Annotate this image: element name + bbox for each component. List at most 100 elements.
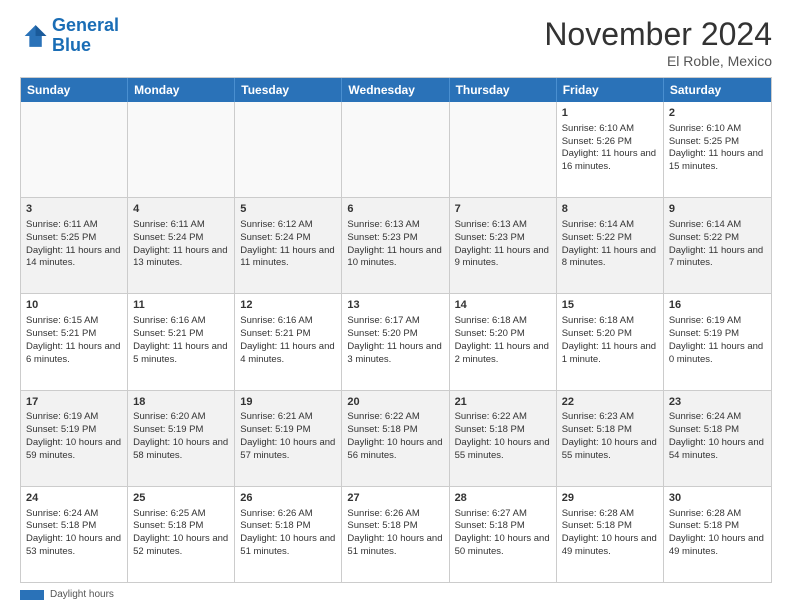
sunrise-text: Sunrise: 6:23 AM [562, 411, 658, 424]
day-number: 25 [133, 491, 229, 506]
sunset-text: Sunset: 5:21 PM [240, 328, 336, 341]
day-number: 9 [669, 202, 766, 217]
calendar: SundayMondayTuesdayWednesdayThursdayFrid… [20, 77, 772, 583]
calendar-cell [342, 102, 449, 197]
sunset-text: Sunset: 5:18 PM [562, 520, 658, 533]
sunset-text: Sunset: 5:22 PM [669, 232, 766, 245]
calendar-cell: 17Sunrise: 6:19 AMSunset: 5:19 PMDayligh… [21, 391, 128, 486]
sunset-text: Sunset: 5:18 PM [669, 424, 766, 437]
sunrise-text: Sunrise: 6:19 AM [26, 411, 122, 424]
daylight-text: Daylight: 11 hours and 3 minutes. [347, 341, 443, 367]
daylight-text: Daylight: 10 hours and 52 minutes. [133, 533, 229, 559]
week-row-5: 24Sunrise: 6:24 AMSunset: 5:18 PMDayligh… [21, 486, 771, 582]
day-number: 1 [562, 106, 658, 121]
sunrise-text: Sunrise: 6:13 AM [347, 219, 443, 232]
calendar-cell: 22Sunrise: 6:23 AMSunset: 5:18 PMDayligh… [557, 391, 664, 486]
week-row-4: 17Sunrise: 6:19 AMSunset: 5:19 PMDayligh… [21, 390, 771, 486]
calendar-cell: 19Sunrise: 6:21 AMSunset: 5:19 PMDayligh… [235, 391, 342, 486]
logo-text: General Blue [52, 16, 119, 56]
header-day-tuesday: Tuesday [235, 78, 342, 102]
calendar-cell: 23Sunrise: 6:24 AMSunset: 5:18 PMDayligh… [664, 391, 771, 486]
day-number: 24 [26, 491, 122, 506]
month-title: November 2024 [544, 16, 772, 53]
daylight-text: Daylight: 11 hours and 4 minutes. [240, 341, 336, 367]
sunrise-text: Sunrise: 6:24 AM [669, 411, 766, 424]
sunset-text: Sunset: 5:18 PM [669, 520, 766, 533]
sunset-text: Sunset: 5:19 PM [26, 424, 122, 437]
sunset-text: Sunset: 5:18 PM [347, 520, 443, 533]
sunrise-text: Sunrise: 6:20 AM [133, 411, 229, 424]
sunset-text: Sunset: 5:24 PM [240, 232, 336, 245]
calendar-cell: 21Sunrise: 6:22 AMSunset: 5:18 PMDayligh… [450, 391, 557, 486]
sunrise-text: Sunrise: 6:14 AM [562, 219, 658, 232]
calendar-cell: 12Sunrise: 6:16 AMSunset: 5:21 PMDayligh… [235, 294, 342, 389]
daylight-text: Daylight: 11 hours and 9 minutes. [455, 245, 551, 271]
sunset-text: Sunset: 5:22 PM [562, 232, 658, 245]
sunrise-text: Sunrise: 6:16 AM [133, 315, 229, 328]
week-row-1: 1 Sunrise: 6:10 AMSunset: 5:26 PMDaylight… [21, 102, 771, 197]
header-day-friday: Friday [557, 78, 664, 102]
daylight-text: Daylight: 10 hours and 57 minutes. [240, 437, 336, 463]
daylight-text: Daylight: 10 hours and 51 minutes. [347, 533, 443, 559]
sunrise-text: Sunrise: 6:24 AM [26, 508, 122, 521]
header-day-monday: Monday [128, 78, 235, 102]
header-day-sunday: Sunday [21, 78, 128, 102]
sunset-text: Sunset: 5:20 PM [455, 328, 551, 341]
day-number: 14 [455, 298, 551, 313]
week-row-3: 10Sunrise: 6:15 AMSunset: 5:21 PMDayligh… [21, 293, 771, 389]
sunrise-text: Sunrise: 6:14 AM [669, 219, 766, 232]
calendar-cell: 1 Sunrise: 6:10 AMSunset: 5:26 PMDaylight… [557, 102, 664, 197]
week-row-2: 3Sunrise: 6:11 AMSunset: 5:25 PMDaylight… [21, 197, 771, 293]
sunrise-text: Sunrise: 6:16 AM [240, 315, 336, 328]
calendar-cell: 5Sunrise: 6:12 AMSunset: 5:24 PMDaylight… [235, 198, 342, 293]
sunrise-text: Sunrise: 6:11 AM [26, 219, 122, 232]
sunset-text: Sunset: 5:19 PM [133, 424, 229, 437]
calendar-cell: 8Sunrise: 6:14 AMSunset: 5:22 PMDaylight… [557, 198, 664, 293]
header-day-wednesday: Wednesday [342, 78, 449, 102]
day-number: 17 [26, 395, 122, 410]
daylight-text: Daylight: 11 hours and 16 minutes. [562, 148, 658, 174]
day-number: 11 [133, 298, 229, 313]
sunset-text: Sunset: 5:20 PM [347, 328, 443, 341]
calendar-cell: 26Sunrise: 6:26 AMSunset: 5:18 PMDayligh… [235, 487, 342, 582]
logo: General Blue [20, 16, 119, 56]
sunset-text: Sunset: 5:24 PM [133, 232, 229, 245]
daylight-text: Daylight: 11 hours and 14 minutes. [26, 245, 122, 271]
day-number: 5 [240, 202, 336, 217]
sunset-text: Sunset: 5:19 PM [240, 424, 336, 437]
sunrise-text: Sunrise: 6:18 AM [562, 315, 658, 328]
day-number: 29 [562, 491, 658, 506]
sunset-text: Sunset: 5:19 PM [669, 328, 766, 341]
sunrise-text: Sunrise: 6:22 AM [455, 411, 551, 424]
day-number: 2 [669, 106, 766, 121]
daylight-text: Daylight: 10 hours and 54 minutes. [669, 437, 766, 463]
daylight-text: Daylight: 10 hours and 49 minutes. [669, 533, 766, 559]
sunrise-text: Sunrise: 6:13 AM [455, 219, 551, 232]
calendar-cell: 27Sunrise: 6:26 AMSunset: 5:18 PMDayligh… [342, 487, 449, 582]
logo-icon [20, 22, 48, 50]
sunrise-text: Sunrise: 6:10 AM [562, 123, 658, 136]
sunrise-text: Sunrise: 6:27 AM [455, 508, 551, 521]
calendar-cell: 30Sunrise: 6:28 AMSunset: 5:18 PMDayligh… [664, 487, 771, 582]
day-number: 23 [669, 395, 766, 410]
calendar-cell: 18Sunrise: 6:20 AMSunset: 5:19 PMDayligh… [128, 391, 235, 486]
daylight-text: Daylight: 11 hours and 13 minutes. [133, 245, 229, 271]
sunrise-text: Sunrise: 6:11 AM [133, 219, 229, 232]
day-number: 3 [26, 202, 122, 217]
calendar-cell [235, 102, 342, 197]
sunrise-text: Sunrise: 6:28 AM [669, 508, 766, 521]
sunset-text: Sunset: 5:21 PM [26, 328, 122, 341]
calendar-cell: 14Sunrise: 6:18 AMSunset: 5:20 PMDayligh… [450, 294, 557, 389]
calendar-cell: 24Sunrise: 6:24 AMSunset: 5:18 PMDayligh… [21, 487, 128, 582]
calendar-cell [450, 102, 557, 197]
sunset-text: Sunset: 5:21 PM [133, 328, 229, 341]
sunrise-text: Sunrise: 6:28 AM [562, 508, 658, 521]
calendar-cell [128, 102, 235, 197]
sunrise-text: Sunrise: 6:15 AM [26, 315, 122, 328]
calendar-cell: 6Sunrise: 6:13 AMSunset: 5:23 PMDaylight… [342, 198, 449, 293]
sunset-text: Sunset: 5:18 PM [455, 520, 551, 533]
sunset-text: Sunset: 5:18 PM [26, 520, 122, 533]
sunset-text: Sunset: 5:26 PM [562, 136, 658, 149]
daylight-bar-icon [20, 590, 44, 600]
sunset-text: Sunset: 5:18 PM [240, 520, 336, 533]
